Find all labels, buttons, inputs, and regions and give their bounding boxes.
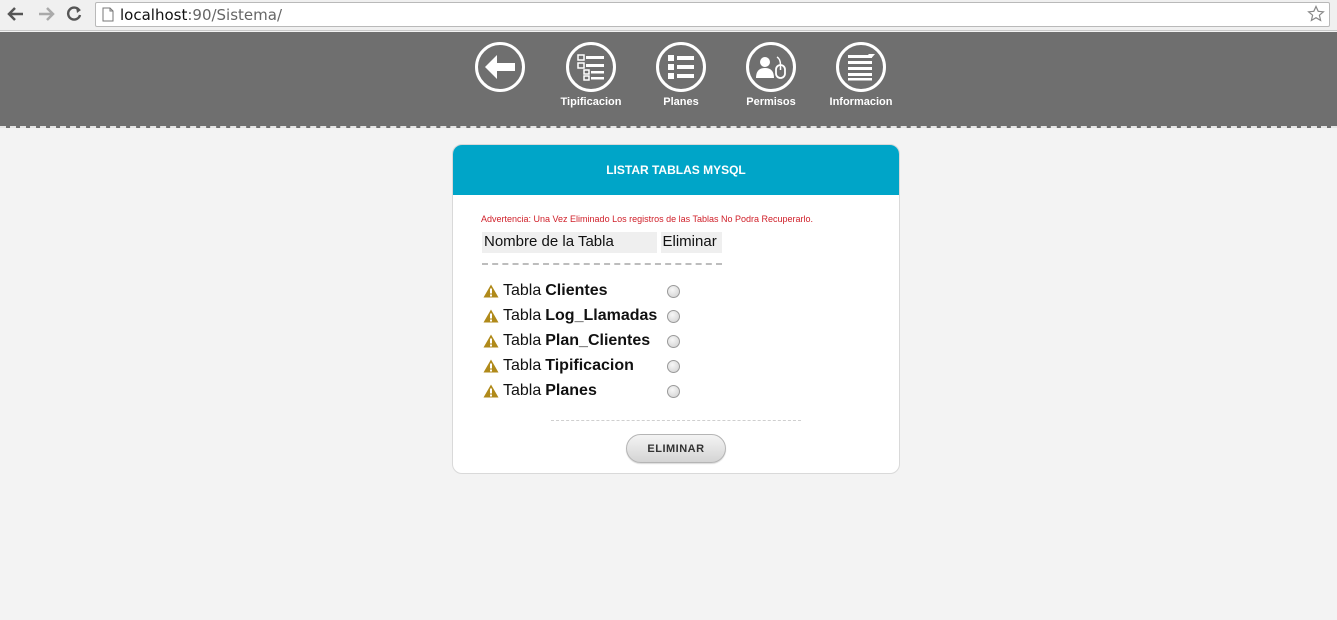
forward-arrow-icon: [39, 7, 55, 21]
warning-icon: [483, 384, 499, 397]
menu-circle: [475, 42, 525, 92]
menu-label: Planes: [663, 96, 699, 108]
app-header: Tipificacion Planes Permisos Informacion: [0, 32, 1337, 128]
table-row: Tabla Tipificacion: [483, 353, 680, 378]
back-arrow-icon: [7, 7, 23, 21]
table-name: Plan_Clientes: [545, 331, 651, 349]
menu-circle: [746, 42, 796, 92]
table-row: Tabla Clientes: [483, 278, 680, 303]
delete-radio-plan-clientes[interactable]: [667, 335, 680, 348]
row-prefix: Tabla: [503, 381, 542, 399]
document-lines-icon: [848, 54, 875, 81]
menu-label: Permisos: [746, 96, 796, 108]
footer-divider: [551, 420, 801, 421]
browser-toolbar: localhost:90/Sistema/: [0, 0, 1337, 31]
menu-item-back[interactable]: [455, 42, 545, 96]
menu-circle: [656, 42, 706, 92]
table-row: Tabla Planes: [483, 378, 680, 403]
tables-panel: LISTAR TABLAS MYSQL Advertencia: Una Vez…: [452, 144, 900, 474]
table-list: Tabla Clientes Tabla Log_Llamadas Tabla …: [483, 278, 680, 403]
row-prefix: Tabla: [503, 356, 542, 374]
menu-circle: [836, 42, 886, 92]
delete-radio-log-llamadas[interactable]: [667, 310, 680, 323]
back-button[interactable]: [6, 4, 26, 24]
table-name: Clientes: [545, 281, 608, 299]
menu-label: Informacion: [829, 96, 893, 108]
url-text: localhost:90/Sistema/: [120, 6, 282, 24]
menu-item-tipificacion[interactable]: Tipificacion: [546, 42, 636, 108]
column-header-name: Nombre de la Tabla: [482, 232, 657, 253]
tree-list-icon: [577, 54, 604, 81]
delete-radio-planes[interactable]: [667, 385, 680, 398]
back-arrow-icon: [485, 55, 515, 79]
page-icon: [102, 7, 114, 22]
warning-icon: [483, 334, 499, 347]
list-icon: [668, 55, 694, 79]
table-name: Log_Llamadas: [545, 306, 658, 324]
table-row: Tabla Log_Llamadas: [483, 303, 680, 328]
header-divider: [482, 263, 722, 265]
url-host: localhost: [120, 6, 188, 24]
reload-icon: [67, 6, 82, 21]
panel-title: LISTAR TABLAS MYSQL: [453, 145, 899, 195]
delete-button[interactable]: ELIMINAR: [626, 434, 726, 463]
warning-text: Advertencia: Una Vez Eliminado Los regis…: [481, 214, 814, 224]
menu-label: Tipificacion: [560, 96, 622, 108]
delete-radio-tipificacion[interactable]: [667, 360, 680, 373]
menu-item-planes[interactable]: Planes: [636, 42, 726, 108]
table-header: Nombre de la Tabla Eliminar: [482, 232, 722, 253]
menu-item-permisos[interactable]: Permisos: [726, 42, 816, 108]
forward-button[interactable]: [36, 4, 56, 24]
warning-icon: [483, 284, 499, 297]
column-header-delete: Eliminar: [660, 232, 722, 253]
header-divider: [0, 126, 1337, 128]
table-row: Tabla Plan_Clientes: [483, 328, 680, 353]
bookmark-star-icon[interactable]: [1307, 5, 1325, 23]
user-mouse-icon: [756, 56, 786, 79]
menu-item-informacion[interactable]: Informacion: [816, 42, 906, 108]
reload-button[interactable]: [64, 4, 84, 24]
address-bar[interactable]: localhost:90/Sistema/: [95, 2, 1330, 27]
row-prefix: Tabla: [503, 306, 542, 324]
menu-circle: [566, 42, 616, 92]
warning-icon: [483, 309, 499, 322]
table-name: Planes: [545, 381, 597, 399]
table-name: Tipificacion: [545, 356, 634, 374]
url-path: :90/Sistema/: [187, 6, 283, 24]
row-prefix: Tabla: [503, 331, 542, 349]
delete-radio-clientes[interactable]: [667, 285, 680, 298]
warning-icon: [483, 359, 499, 372]
row-prefix: Tabla: [503, 281, 542, 299]
